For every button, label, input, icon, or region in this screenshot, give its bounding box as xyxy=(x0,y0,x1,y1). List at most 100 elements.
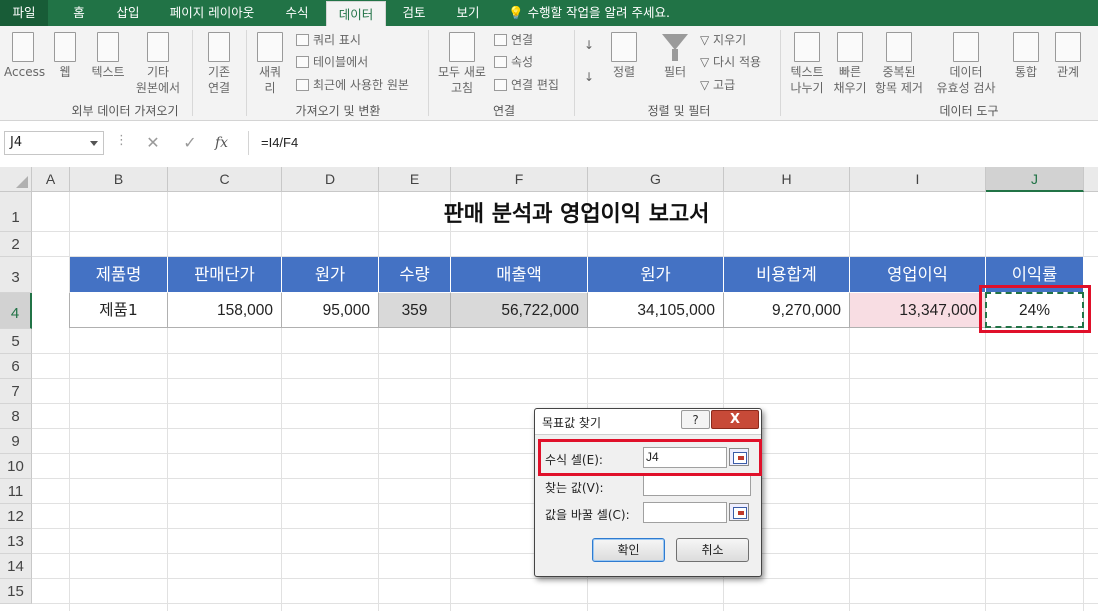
row-header-12[interactable]: 12 xyxy=(0,504,32,529)
column-header-b[interactable]: B xyxy=(70,167,168,192)
advanced-filter-button[interactable]: ▽ 고급 xyxy=(700,76,735,94)
row-header-4[interactable]: 4 xyxy=(0,293,32,329)
cell-g4[interactable]: 34,105,000 xyxy=(588,293,724,328)
remove-duplicates-button[interactable]: 중복된 항목 제거 xyxy=(870,32,928,96)
close-button[interactable]: X xyxy=(711,410,759,429)
tab-review[interactable]: 검토 xyxy=(390,0,438,26)
enter-entry-button[interactable]: ✓ xyxy=(175,131,205,155)
name-box[interactable]: J4 xyxy=(4,131,104,155)
select-all-button[interactable] xyxy=(0,167,32,192)
sort-ascending-button[interactable]: ↓ xyxy=(584,36,594,54)
edit-links-button[interactable]: 연결 편집 xyxy=(494,76,559,94)
text-to-columns-label-1: 텍스트 xyxy=(790,65,824,79)
connections-button[interactable]: 연결 xyxy=(494,31,533,49)
row-header-6[interactable]: 6 xyxy=(0,354,32,379)
text-file-icon xyxy=(97,32,119,62)
row-header-13[interactable]: 13 xyxy=(0,529,32,554)
column-header-g[interactable]: G xyxy=(588,167,724,192)
new-query-button[interactable]: 새쿼 리 xyxy=(252,32,288,96)
show-queries-label: 쿼리 표시 xyxy=(313,33,361,47)
clear-filter-icon: ▽ xyxy=(700,33,714,47)
from-access-button[interactable]: Access xyxy=(4,32,45,80)
from-text-button[interactable]: 텍스트 xyxy=(86,32,130,80)
cell-b4[interactable]: 제품1 xyxy=(69,293,168,328)
reapply-button[interactable]: ▽ 다시 적용 xyxy=(700,53,761,71)
row-header-2[interactable]: 2 xyxy=(0,232,32,257)
existing-connections-button[interactable]: 기존 연결 xyxy=(198,32,240,96)
cell-i4[interactable]: 13,347,000 xyxy=(850,293,986,328)
row-header-1[interactable]: 1 xyxy=(0,192,32,232)
sort-button[interactable]: 정렬 xyxy=(606,32,642,80)
column-header-j[interactable]: J xyxy=(986,167,1084,192)
column-header-e[interactable]: E xyxy=(379,167,451,192)
row-header-5[interactable]: 5 xyxy=(0,329,32,354)
consolidate-button[interactable]: 통합 xyxy=(1006,32,1046,80)
row-header-14[interactable]: 14 xyxy=(0,554,32,579)
dialog-titlebar[interactable]: 목표값 찾기 ? X xyxy=(535,409,761,435)
refresh-all-button[interactable]: 모두 새로 고침 xyxy=(434,32,490,96)
formula-input[interactable]: =I4/F4 xyxy=(248,131,1098,155)
row-header-3[interactable]: 3 xyxy=(0,257,32,293)
from-web-button[interactable]: 웹 xyxy=(48,32,82,80)
tab-data[interactable]: 데이터 xyxy=(326,1,386,26)
header-cell-expense-total[interactable]: 비용합계 xyxy=(724,257,850,292)
column-header-f[interactable]: F xyxy=(451,167,588,192)
report-title[interactable]: 판매 분석과 영업이익 보고서 xyxy=(70,198,1083,232)
recent-sources-button[interactable]: 최근에 사용한 원본 xyxy=(296,76,409,94)
tab-home[interactable]: 홈 xyxy=(58,0,100,26)
flash-fill-button[interactable]: 빠른 채우기 xyxy=(830,32,870,96)
row-header-10[interactable]: 10 xyxy=(0,454,32,479)
cell-e4[interactable]: 359 xyxy=(379,293,451,328)
ok-button[interactable]: 확인 xyxy=(592,538,665,562)
column-header-a[interactable]: A xyxy=(32,167,70,192)
insert-function-button[interactable]: fx xyxy=(215,131,228,155)
column-header-c[interactable]: C xyxy=(168,167,282,192)
tab-file[interactable]: 파일 xyxy=(0,0,48,26)
tab-insert[interactable]: 삽입 xyxy=(104,0,152,26)
column-header-i[interactable]: I xyxy=(850,167,986,192)
row-header-8[interactable]: 8 xyxy=(0,404,32,429)
range-select-icon[interactable] xyxy=(729,503,749,521)
properties-button[interactable]: 속성 xyxy=(494,53,533,71)
column-header-h[interactable]: H xyxy=(724,167,850,192)
cell-h4[interactable]: 9,270,000 xyxy=(724,293,850,328)
data-validation-button[interactable]: 데이터 유효성 검사 xyxy=(928,32,1004,96)
row-header-7[interactable]: 7 xyxy=(0,379,32,404)
from-table-button[interactable]: 테이블에서 xyxy=(296,53,368,71)
cancel-entry-button[interactable]: ✕ xyxy=(138,131,168,155)
text-to-columns-button[interactable]: 텍스트 나누기 xyxy=(786,32,828,96)
header-cell-total-cost[interactable]: 원가 xyxy=(588,257,724,292)
sort-descending-button[interactable]: ↓ xyxy=(584,68,594,86)
filter-button[interactable]: 필터 xyxy=(655,32,695,80)
changing-cell-input[interactable] xyxy=(643,502,727,523)
cell-c4[interactable]: 158,000 xyxy=(168,293,282,328)
cell-f4[interactable]: 56,722,000 xyxy=(451,293,588,328)
header-cell-unit-cost[interactable]: 원가 xyxy=(282,257,379,292)
help-button[interactable]: ? xyxy=(681,410,710,429)
header-cell-sales[interactable]: 매출액 xyxy=(451,257,588,292)
header-cell-product[interactable]: 제품명 xyxy=(70,257,168,292)
recent-sources-label: 최근에 사용한 원본 xyxy=(313,78,409,92)
clear-filter-button[interactable]: ▽ 지우기 xyxy=(700,31,746,49)
tab-view[interactable]: 보기 xyxy=(444,0,492,26)
header-cell-quantity[interactable]: 수량 xyxy=(379,257,451,292)
filter-label: 필터 xyxy=(663,65,687,79)
row-header-9[interactable]: 9 xyxy=(0,429,32,454)
relationships-button[interactable]: 관계 xyxy=(1048,32,1088,80)
column-header-d[interactable]: D xyxy=(282,167,379,192)
show-queries-button[interactable]: 쿼리 표시 xyxy=(296,31,361,49)
other-sources-label-1: 기타 xyxy=(146,65,170,79)
tab-page-layout[interactable]: 페이지 레이아웃 xyxy=(158,0,266,26)
from-other-sources-button[interactable]: 기타 원본에서 xyxy=(132,32,184,96)
target-value-input[interactable] xyxy=(643,475,751,496)
header-cell-operating-profit[interactable]: 영업이익 xyxy=(850,257,986,292)
column-header-k[interactable] xyxy=(1084,167,1098,192)
row-header-11[interactable]: 11 xyxy=(0,479,32,504)
tab-formulas[interactable]: 수식 xyxy=(272,0,322,26)
chevron-down-icon[interactable] xyxy=(90,141,98,146)
cell-d4[interactable]: 95,000 xyxy=(282,293,379,328)
row-header-15[interactable]: 15 xyxy=(0,579,32,604)
header-cell-unit-price[interactable]: 판매단가 xyxy=(168,257,282,292)
tell-me-box[interactable]: 💡 수행할 작업을 알려 주세요. xyxy=(508,0,670,26)
cancel-button[interactable]: 취소 xyxy=(676,538,749,562)
